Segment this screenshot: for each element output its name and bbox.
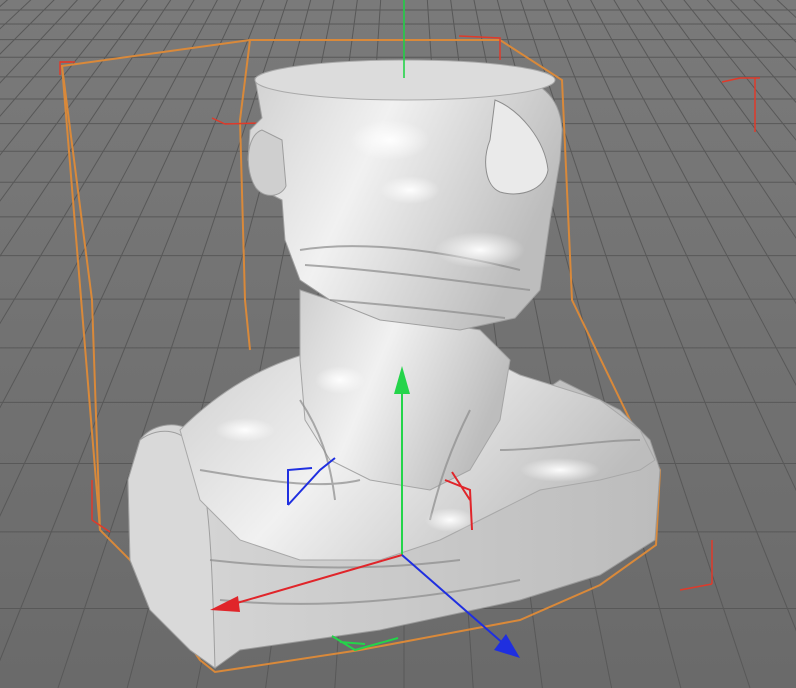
viewport-canvas[interactable] bbox=[0, 0, 796, 688]
bust-ear bbox=[247, 129, 287, 196]
3d-viewport[interactable] bbox=[0, 0, 796, 688]
